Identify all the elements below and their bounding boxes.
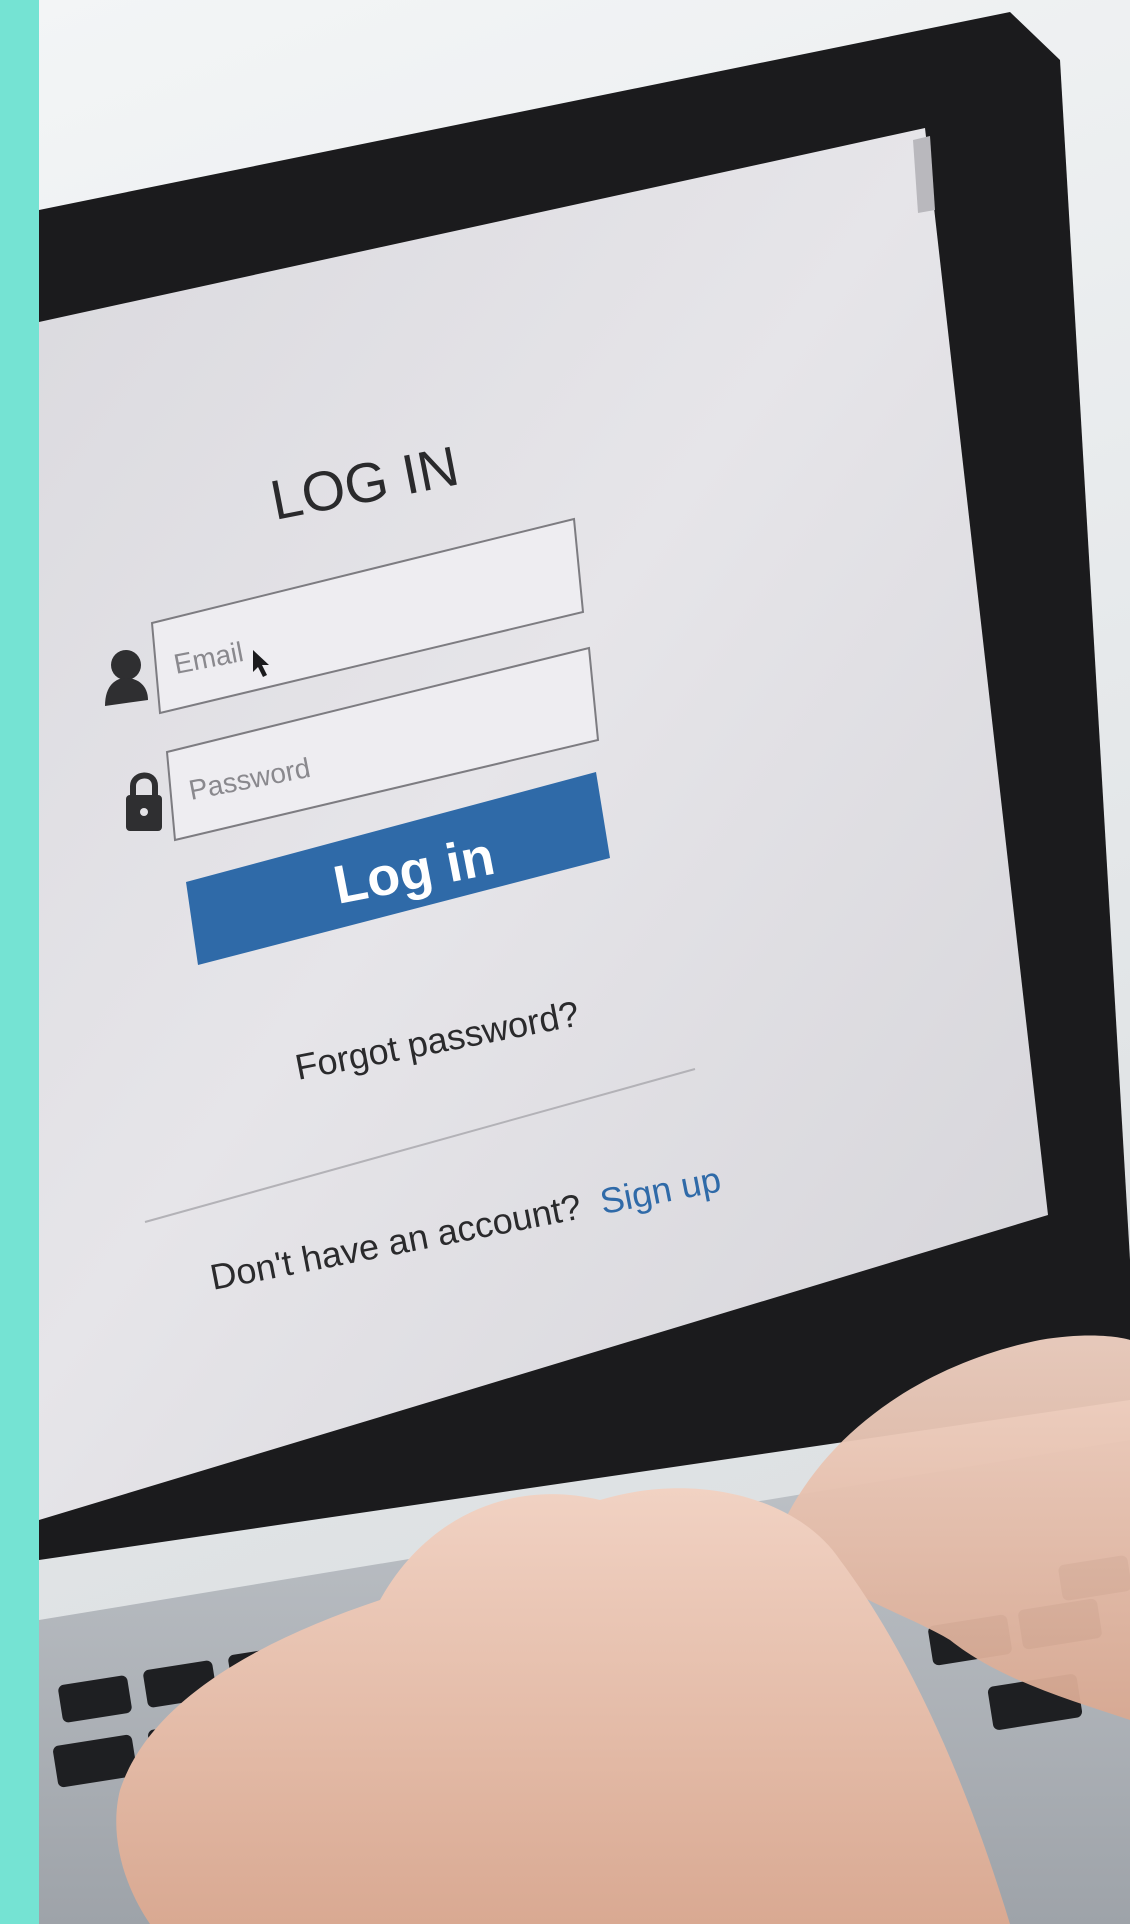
laptop-illustration: LOG IN Email Password Log in Forgot pass… [39,12,1130,1924]
photo-scene: LOG IN Email Password Log in Forgot pass… [0,0,1130,1924]
